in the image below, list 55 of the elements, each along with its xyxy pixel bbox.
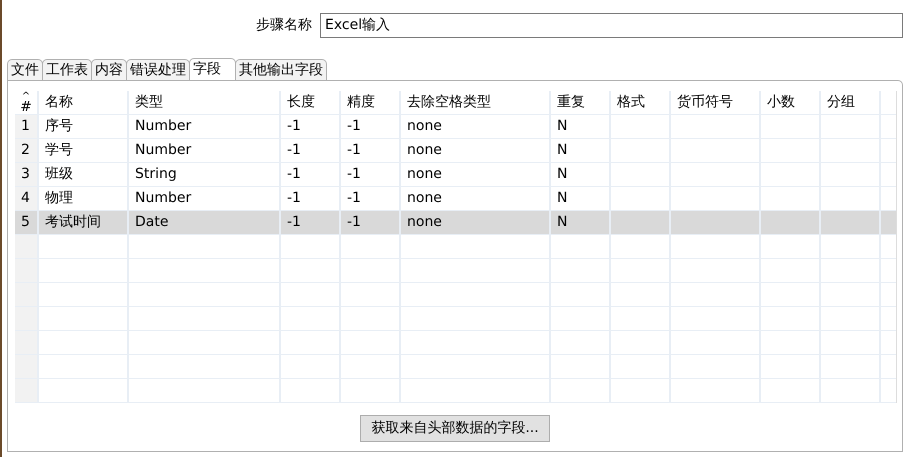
table-cell: -1 [347, 190, 361, 206]
table-cell: none [407, 142, 442, 158]
table-cell: 学号 [45, 142, 73, 158]
table-cell: N [557, 190, 568, 206]
row-number: 2 [21, 142, 30, 158]
tab[interactable]: 其他输出字段 [235, 59, 327, 80]
table-cell: -1 [347, 142, 361, 158]
table-cell: 考试时间 [45, 214, 101, 230]
table-cell: Number [135, 190, 192, 206]
column-header: 重复 [557, 94, 585, 110]
table-cell: -1 [287, 214, 301, 230]
table-cell: Date [135, 214, 168, 230]
table-cell: 班级 [45, 166, 73, 182]
tab[interactable]: 内容 [91, 59, 127, 80]
table-cell: N [557, 142, 568, 158]
table-cell: Number [135, 118, 192, 134]
row-number: 5 [21, 214, 30, 230]
column-header: 去除空格类型 [407, 94, 491, 110]
table-cell: -1 [347, 166, 361, 182]
table-cell: 序号 [45, 118, 73, 134]
table-cell: -1 [347, 118, 361, 134]
column-header: 小数 [767, 94, 795, 110]
tab[interactable]: 工作表 [42, 59, 92, 80]
row-number: 4 [21, 190, 30, 206]
column-header: 名称 [45, 94, 73, 110]
step-name-field[interactable]: Excel输入 [320, 12, 903, 38]
tab[interactable]: 文件 [7, 59, 43, 80]
table-cell: -1 [287, 142, 301, 158]
table-cell: -1 [287, 166, 301, 182]
column-header: 分组 [827, 94, 855, 110]
row-number: 3 [21, 166, 30, 182]
table-cell: none [407, 166, 442, 182]
column-header: 长度 [287, 94, 315, 110]
column-header: # [20, 101, 32, 114]
table-cell: none [407, 190, 442, 206]
step-name-label: 步骤名称 [256, 16, 312, 34]
table-cell: Number [135, 142, 192, 158]
table-cell: none [407, 214, 442, 230]
table-cell: none [407, 118, 442, 134]
column-header: 格式 [617, 94, 645, 110]
table-cell: String [135, 166, 177, 182]
row-number: 1 [21, 118, 30, 134]
column-header: 货币符号 [677, 94, 733, 110]
table-cell: 物理 [45, 190, 73, 206]
column-header: 类型 [135, 94, 163, 110]
sort-indicator[interactable]: ^ [22, 92, 30, 101]
table-cell: -1 [347, 214, 361, 230]
table-cell: N [557, 118, 568, 134]
get-fields-button[interactable]: 获取来自头部数据的字段... [360, 415, 550, 442]
table-cell: N [557, 166, 568, 182]
column-header: 精度 [347, 94, 375, 110]
table-cell: N [557, 214, 568, 230]
table-cell: -1 [287, 118, 301, 134]
table-cell: -1 [287, 190, 301, 206]
tab[interactable]: 错误处理 [126, 59, 190, 80]
